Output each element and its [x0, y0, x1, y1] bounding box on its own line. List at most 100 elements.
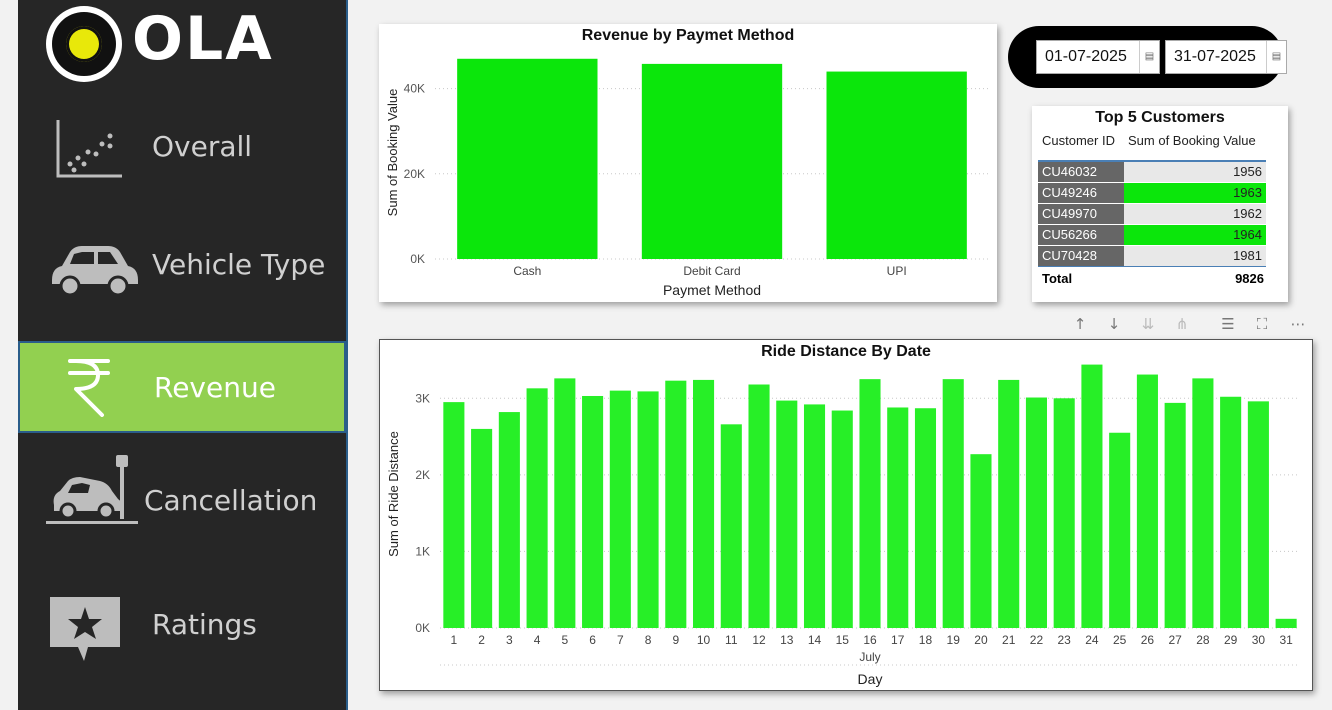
bar — [554, 378, 576, 628]
sidebar-item-label: Revenue — [154, 371, 276, 404]
x-tick-label: 31 — [1279, 633, 1293, 647]
bar — [1275, 618, 1297, 628]
sort-up-icon[interactable]: ↑ — [1068, 315, 1092, 335]
x-tick-label: 3 — [506, 633, 513, 647]
x-tick-label: 24 — [1085, 633, 1099, 647]
y-tick-label: 0K — [415, 621, 430, 635]
booking-value-cell: 1981 — [1124, 246, 1266, 266]
sidebar-item-label: Ratings — [152, 608, 257, 641]
bar — [443, 402, 465, 628]
customer-id-cell: CU56266 — [1038, 225, 1124, 245]
bar — [748, 384, 770, 628]
x-tick-label: 16 — [863, 633, 877, 647]
y-tick-label: 0K — [410, 252, 425, 266]
x-tick-label: 30 — [1252, 633, 1266, 647]
sidebar-item-vehicle-type[interactable]: Vehicle Type — [18, 220, 346, 312]
table-row[interactable]: CU46032 1956 — [1038, 162, 1266, 182]
dashboard-root: OLA Overall Vehicle Type Revenue Cancell… — [0, 0, 1332, 710]
sidebar-item-label: Cancellation — [144, 484, 318, 517]
end-date-input[interactable]: 31-07-2025 ▤ — [1165, 40, 1287, 74]
x-tick-label: 15 — [836, 633, 850, 647]
x-tick-label: 18 — [919, 633, 933, 647]
y-tick-label: 3K — [415, 391, 430, 405]
column-header-booking-value[interactable]: Sum of Booking Value — [1128, 133, 1256, 148]
focus-mode-icon[interactable]: ⛶ — [1250, 315, 1274, 335]
x-axis-title: Paymet Method — [663, 282, 761, 298]
y-tick-label: 20K — [404, 167, 425, 181]
y-axis-title: Sum of Booking Value — [385, 89, 400, 217]
table-row[interactable]: CU49246 1963 — [1038, 183, 1266, 203]
x-tick-label: 14 — [808, 633, 822, 647]
bar — [457, 58, 598, 259]
ola-logo: OLA — [46, 4, 286, 82]
calendar-icon[interactable]: ▤ — [1139, 41, 1159, 73]
x-tick-label: 11 — [725, 633, 738, 647]
filter-icon[interactable]: ☰ — [1216, 315, 1240, 335]
ride-distance-by-date-chart[interactable]: Ride Distance By Date 0K 1K 2K 3K 1 2 3 4 5 6 7 8 9 1… — [379, 339, 1313, 691]
bar — [637, 391, 659, 628]
x-tick-label: 6 — [589, 633, 596, 647]
bar — [826, 71, 967, 259]
column-header-customer-id[interactable]: Customer ID — [1042, 133, 1115, 148]
customer-id-cell: CU49246 — [1038, 183, 1124, 203]
bar — [498, 412, 520, 628]
y-tick-label: 1K — [415, 544, 430, 558]
bar — [887, 407, 909, 628]
x-tick-label: Cash — [513, 264, 541, 278]
car-crash-icon — [46, 455, 138, 524]
bar — [1109, 432, 1131, 628]
bar — [582, 395, 604, 628]
sidebar-item-overall[interactable]: Overall — [18, 102, 346, 194]
sidebar-item-label: Vehicle Type — [152, 248, 326, 281]
table-row[interactable]: CU56266 1964 — [1038, 225, 1266, 245]
booking-value-cell: 1962 — [1124, 204, 1266, 224]
x-tick-label: 17 — [891, 633, 905, 647]
star-rating-icon — [50, 597, 120, 661]
end-date-value: 31-07-2025 — [1174, 48, 1256, 65]
x-tick-label: 9 — [672, 633, 679, 647]
bar — [720, 424, 742, 628]
x-tick-label: 4 — [534, 633, 541, 647]
x-group-label: July — [859, 650, 880, 664]
total-label: Total — [1042, 271, 1073, 286]
sort-down-icon[interactable]: ↓ — [1102, 315, 1126, 335]
revenue-by-payment-svg: 0K 20K 40K Cash Debit Card UPI Paymet Method Su… — [385, 58, 989, 298]
drill-down-icon[interactable]: ⇊ — [1136, 315, 1160, 335]
revenue-by-payment-chart: Revenue by Paymet Method 0K 20K 40K Cash Deb… — [379, 24, 997, 302]
customer-id-cell: CU70428 — [1038, 246, 1124, 266]
bar — [776, 400, 798, 628]
bar — [1136, 374, 1158, 628]
bar — [942, 379, 964, 628]
visual-toolbar: ↑ ↓ ⇊ ⋔ ☰ ⛶ ⋯ — [1066, 312, 1312, 338]
table-title: Top 5 Customers — [1095, 109, 1225, 126]
y-tick-label: 40K — [404, 82, 425, 96]
x-tick-label: 12 — [752, 633, 766, 647]
ola-wheel-icon — [46, 6, 122, 82]
customer-id-cell: CU49970 — [1038, 204, 1124, 224]
sidebar-item-ratings[interactable]: Ratings — [18, 580, 346, 672]
bar — [665, 380, 687, 628]
sidebar-item-cancellation[interactable]: Cancellation — [18, 455, 346, 548]
top-customers-table: Top 5 Customers Customer ID Sum of Booki… — [1032, 106, 1288, 302]
x-tick-label: 19 — [947, 633, 961, 647]
calendar-icon[interactable]: ▤ — [1266, 41, 1286, 73]
rupee-icon — [68, 359, 110, 417]
expand-hierarchy-icon[interactable]: ⋔ — [1170, 315, 1194, 335]
bar — [1220, 396, 1242, 628]
table-row[interactable]: CU49970 1962 — [1038, 204, 1266, 224]
table-row[interactable]: CU70428 1981 — [1038, 246, 1266, 266]
x-tick-label: 27 — [1168, 633, 1182, 647]
date-range-filter: 01-07-2025 ▤ 31-07-2025 ▤ — [1008, 26, 1287, 88]
bar — [970, 454, 992, 628]
bar — [998, 379, 1020, 628]
bar — [831, 410, 853, 628]
more-options-icon[interactable]: ⋯ — [1286, 315, 1310, 335]
sidebar-item-label: Overall — [152, 130, 253, 163]
bar — [803, 404, 826, 628]
start-date-value: 01-07-2025 — [1045, 48, 1127, 65]
x-tick-label: 5 — [561, 633, 568, 647]
start-date-input[interactable]: 01-07-2025 ▤ — [1036, 40, 1160, 74]
booking-value-cell: 1964 — [1124, 225, 1266, 245]
bar — [609, 390, 631, 628]
sidebar-item-revenue[interactable]: Revenue — [18, 341, 346, 433]
